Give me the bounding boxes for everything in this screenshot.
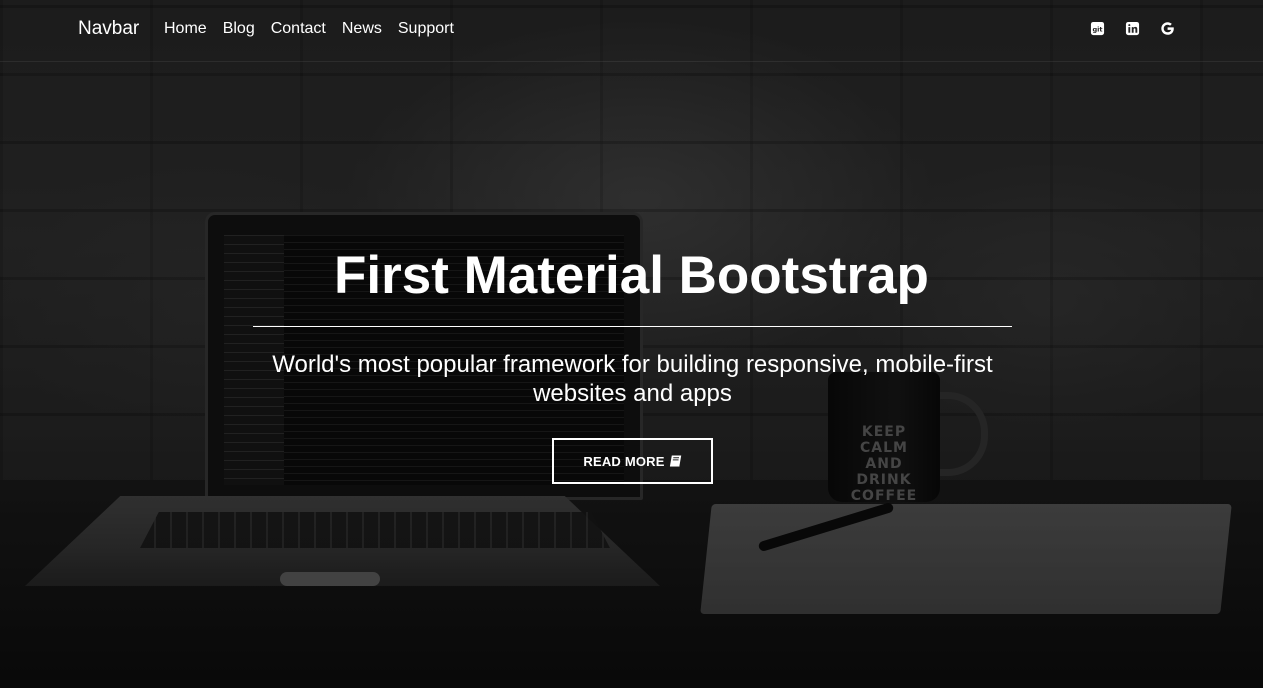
read-more-button[interactable]: READ MORE: [552, 438, 713, 484]
hero-divider: [253, 326, 1012, 327]
book-icon: [669, 455, 682, 467]
hero-subtitle: World's most popular framework for build…: [272, 351, 993, 407]
hero-title: First Material Bootstrap: [334, 246, 929, 305]
read-more-label: READ MORE: [583, 453, 665, 469]
hero-section: First Material Bootstrap World's most po…: [0, 0, 1263, 688]
